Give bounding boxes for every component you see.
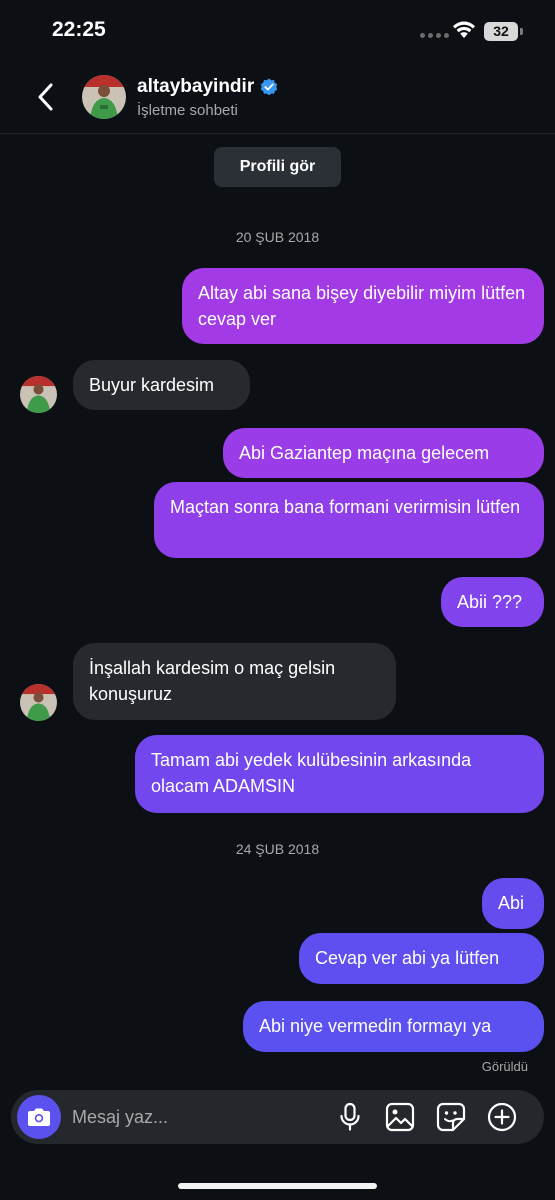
status-bar: 22:25 32 [0, 0, 555, 62]
incoming-message[interactable]: Buyur kardesim [73, 360, 250, 410]
verified-badge-icon [261, 78, 278, 96]
seen-indicator: Görüldü [481, 1059, 528, 1074]
date-separator: 20 ŞUB 2018 [235, 229, 320, 245]
microphone-icon [340, 1102, 360, 1131]
camera-button[interactable] [17, 1095, 61, 1139]
view-profile-button[interactable]: Profili gör [214, 147, 341, 187]
message-composer [11, 1090, 544, 1144]
avatar[interactable] [20, 376, 57, 413]
sticker-icon [436, 1102, 466, 1132]
voice-message-button[interactable] [334, 1101, 366, 1133]
battery-tip [520, 28, 523, 35]
incoming-message[interactable]: İnşallah kardesim o maç gelsin konuşuruz [73, 643, 396, 720]
message-input[interactable] [72, 1103, 322, 1131]
outgoing-message[interactable]: Altay abi sana bişey diyebilir miyim lüt… [182, 268, 544, 344]
gallery-icon [385, 1102, 415, 1132]
outgoing-message[interactable]: Abi [482, 878, 544, 929]
chat-header: altaybayindir İşletme sohbeti [0, 62, 555, 134]
avatar[interactable] [82, 75, 126, 119]
outgoing-message[interactable]: Abi niye vermedin formayı ya [243, 1001, 544, 1052]
plus-icon [487, 1102, 517, 1132]
outgoing-message[interactable]: Maçtan sonra bana formani verirmisin lüt… [154, 482, 544, 558]
outgoing-message[interactable]: Abii ??? [441, 577, 544, 627]
back-button[interactable] [30, 80, 60, 114]
sticker-button[interactable] [435, 1101, 467, 1133]
outgoing-message[interactable]: Cevap ver abi ya lütfen [299, 933, 544, 984]
home-indicator[interactable] [178, 1183, 377, 1189]
contact-name: altaybayindir [137, 76, 255, 97]
camera-icon [28, 1108, 50, 1126]
status-time: 22:25 [52, 18, 106, 41]
cellular-signal-icon [420, 33, 449, 38]
avatar[interactable] [20, 684, 57, 721]
gallery-button[interactable] [384, 1101, 416, 1133]
battery-indicator: 32 [484, 22, 518, 41]
outgoing-message[interactable]: Abi Gaziantep maçına gelecem [223, 428, 544, 478]
outgoing-message[interactable]: Tamam abi yedek kulübesinin arkasında ol… [135, 735, 544, 813]
back-chevron-icon [38, 83, 53, 111]
chat-subtitle: İşletme sohbeti [137, 102, 238, 119]
wifi-icon [453, 21, 475, 38]
date-separator: 24 ŞUB 2018 [235, 841, 320, 857]
more-options-button[interactable] [486, 1101, 518, 1133]
contact-name-row[interactable]: altaybayindir [137, 76, 278, 98]
